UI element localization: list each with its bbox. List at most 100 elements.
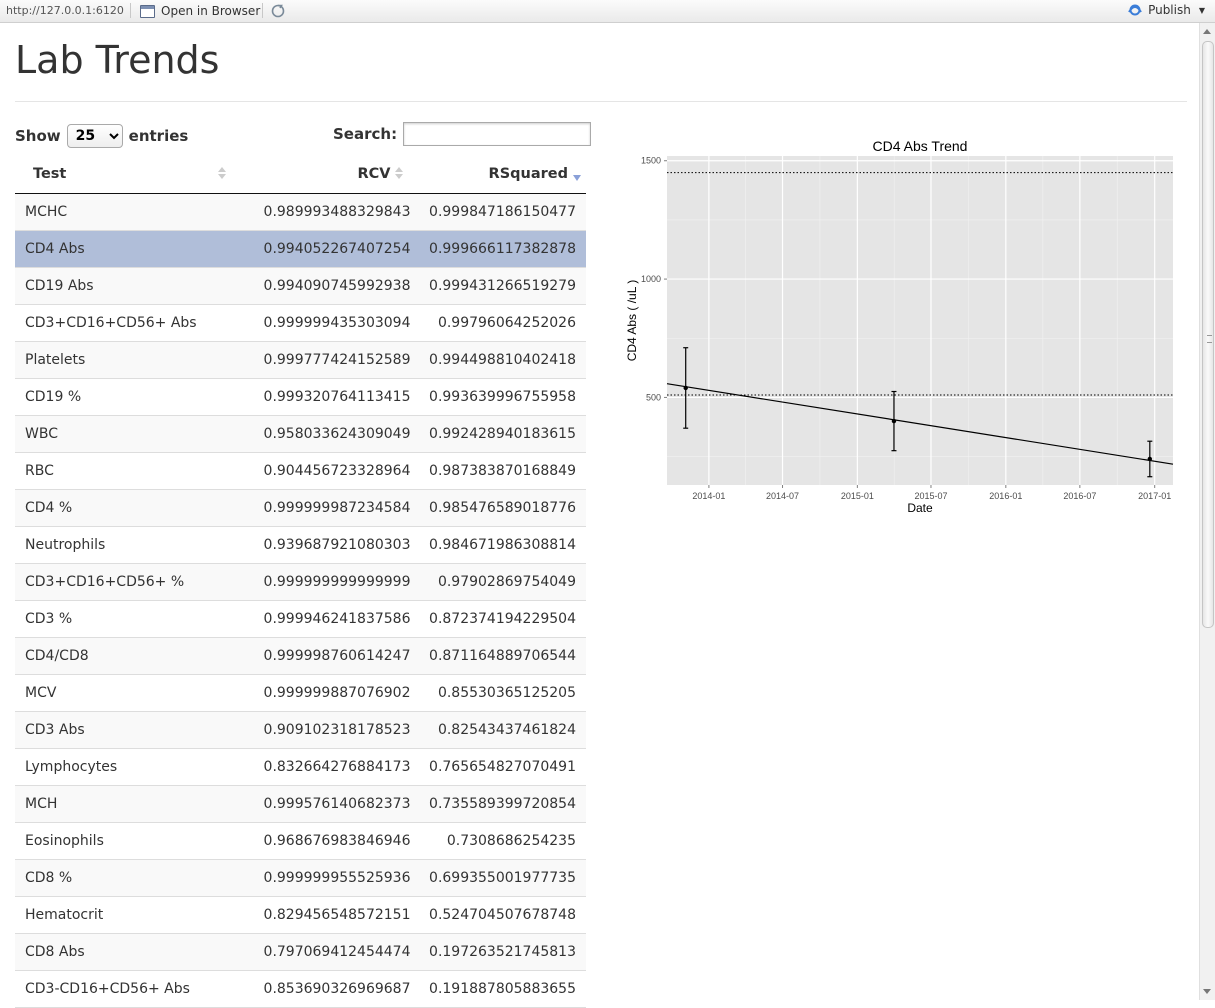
cell-rcv: 0.999999887076902	[230, 674, 417, 712]
table-row[interactable]: CD8 % 0.999999955525936 0.699355001977735	[15, 859, 586, 897]
scroll-up-icon[interactable]	[1203, 29, 1211, 34]
cell-rsquared: 0.993639996755958	[416, 378, 586, 416]
table-row[interactable]: CD4 % 0.999999987234584 0.985476589018776	[15, 489, 586, 527]
table-row[interactable]: CD3 % 0.999946241837586 0.872374194229504	[15, 600, 586, 638]
scroll-down-icon[interactable]	[1203, 989, 1211, 994]
plot-panel	[667, 156, 1173, 485]
x-tick-label: 2016-01	[989, 491, 1022, 501]
cell-test: RBC	[15, 452, 231, 490]
cell-test: CD4 Abs	[15, 230, 231, 268]
table-row[interactable]: WBC 0.958033624309049 0.992428940183615	[15, 415, 586, 453]
cell-rsquared: 0.871164889706544	[416, 637, 586, 675]
cell-rsquared: 0.992428940183615	[416, 415, 586, 453]
publish-label: Publish	[1148, 3, 1191, 17]
table-row[interactable]: CD8 Abs 0.797069412454474 0.19726352174581…	[15, 933, 586, 971]
table-row[interactable]: RBC 0.904456723328964 0.987383870168849	[15, 452, 586, 490]
cell-rsquared: 0.984671986308814	[416, 526, 586, 564]
search-label: Search:	[333, 125, 398, 143]
table-row[interactable]: CD19 % 0.999320764113415 0.993639996755958	[15, 378, 586, 416]
cell-test: CD4 %	[15, 489, 231, 527]
table-row[interactable]: CD19 Abs 0.994090745992938 0.9994312665192…	[15, 267, 586, 305]
cell-rcv: 0.999777424152589	[230, 341, 417, 379]
cell-test: Platelets	[15, 341, 231, 379]
cell-rsquared: 0.999431266519279	[416, 267, 586, 305]
data-point	[683, 385, 688, 391]
cell-test: CD8 Abs	[15, 933, 231, 971]
cell-test: Eosinophils	[15, 822, 231, 860]
sort-desc-icon	[573, 167, 581, 181]
cell-rcv: 0.832664276884173	[230, 748, 417, 786]
y-tick-label: 500	[646, 392, 661, 402]
cell-rcv: 0.999999999999999	[230, 563, 417, 601]
cell-test: MCHC	[15, 193, 231, 231]
x-tick-label: 2015-01	[841, 491, 874, 501]
table-row[interactable]: Hematocrit 0.829456548572151 0.52470450767…	[15, 896, 586, 934]
table-row[interactable]: Platelets 0.999777424152589 0.994498810402…	[15, 341, 586, 379]
cell-rcv: 0.829456548572151	[230, 896, 417, 934]
y-axis-label: CD4 Abs ( /uL )	[625, 280, 639, 362]
cell-test: Neutrophils	[15, 526, 231, 564]
cell-rcv: 0.989993488329843	[230, 193, 417, 231]
page-title: Lab Trends	[15, 38, 220, 82]
sort-icon	[394, 167, 403, 181]
cell-test: CD3+CD16+CD56+ %	[15, 563, 231, 601]
toolbar-separator	[130, 3, 131, 18]
data-point	[891, 418, 897, 424]
table-row[interactable]: CD4/CD8 0.999998760614247 0.87116488970654…	[15, 637, 586, 675]
cell-test: WBC	[15, 415, 231, 453]
table-row[interactable]: CD3 Abs 0.909102318178523 0.82543437461824	[15, 711, 586, 749]
cell-rcv: 0.958033624309049	[230, 415, 417, 453]
cell-test: CD19 %	[15, 378, 231, 416]
chevron-down-icon[interactable]: ▼	[1199, 6, 1205, 15]
column-header-rcv[interactable]: RCV	[230, 155, 417, 194]
table-row[interactable]: CD3-CD16+CD56+ Abs 0.853690326969687 0.191…	[15, 970, 586, 1008]
table-row[interactable]: Eosinophils 0.968676983846946 0.7308686254…	[15, 822, 586, 860]
search-input[interactable]	[403, 122, 592, 146]
vertical-scrollbar[interactable]	[1199, 23, 1215, 1000]
table-row[interactable]: MCHC 0.989993488329843 0.999847186150477	[15, 193, 586, 231]
open-in-browser-label: Open in Browser	[161, 4, 261, 18]
table-row[interactable]: MCH 0.999576140682373 0.735589399720854	[15, 785, 586, 823]
viewer-url: http://127.0.0.1:6120	[6, 4, 124, 17]
cell-rcv: 0.999999987234584	[230, 489, 417, 527]
cell-rcv: 0.999999435303094	[230, 304, 417, 342]
cell-test: MCH	[15, 785, 231, 823]
entries-label: entries	[128, 127, 189, 145]
open-in-browser-button[interactable]: Open in Browser	[140, 3, 260, 19]
cell-test: CD4/CD8	[15, 637, 231, 675]
column-header-label: RCV	[357, 166, 391, 182]
cell-test: CD3 Abs	[15, 711, 231, 749]
table-row[interactable]: CD3+CD16+CD56+ Abs 0.999999435303094 0.997…	[15, 304, 586, 342]
table-row[interactable]: CD4 Abs 0.994052267407254 0.99966611738287…	[15, 230, 586, 268]
table-row[interactable]: MCV 0.999999887076902 0.85530365125205	[15, 674, 586, 712]
cell-rsquared: 0.7308686254235	[416, 822, 586, 860]
entries-select[interactable]: 25	[66, 124, 123, 148]
table-row[interactable]: CD3+CD16+CD56+ % 0.999999999999999 0.97902…	[15, 563, 586, 601]
column-header-test[interactable]: Test	[15, 155, 231, 194]
cell-rcv: 0.968676983846946	[230, 822, 417, 860]
table-row[interactable]: Lymphocytes 0.832664276884173 0.7656548270…	[15, 748, 586, 786]
x-tick-label: 2016-07	[1063, 491, 1096, 501]
grip-icon	[1207, 335, 1212, 343]
cell-rsquared: 0.765654827070491	[416, 748, 586, 786]
column-header-rsquared[interactable]: RSquared	[416, 155, 586, 194]
trend-chart-svg: 2014-01 2014-07 2015-01 2015-07 2016-01 2016-…	[625, 138, 1174, 515]
cell-rcv: 0.994090745992938	[230, 267, 417, 305]
refresh-icon[interactable]	[270, 3, 286, 19]
scrollbar-thumb[interactable]	[1202, 41, 1214, 628]
cell-rsquared: 0.994498810402418	[416, 341, 586, 379]
cell-rcv: 0.999999955525936	[230, 859, 417, 897]
y-tick-label: 1000	[641, 274, 661, 284]
cell-test: Hematocrit	[15, 896, 231, 934]
cell-rsquared: 0.699355001977735	[416, 859, 586, 897]
x-tick-label: 2014-07	[766, 491, 799, 501]
table-row[interactable]: Neutrophils 0.939687921080303 0.9846719863…	[15, 526, 586, 564]
show-label: Show	[15, 127, 61, 145]
y-tick-label: 1500	[641, 156, 661, 166]
title-divider	[15, 101, 1187, 102]
trend-chart: 2014-01 2014-07 2015-01 2015-07 2016-01 2016-…	[620, 134, 1180, 524]
cell-test: Lymphocytes	[15, 748, 231, 786]
cell-rcv: 0.909102318178523	[230, 711, 417, 749]
publish-button[interactable]: Publish ▼	[1127, 3, 1205, 17]
x-axis-label: Date	[907, 501, 933, 515]
